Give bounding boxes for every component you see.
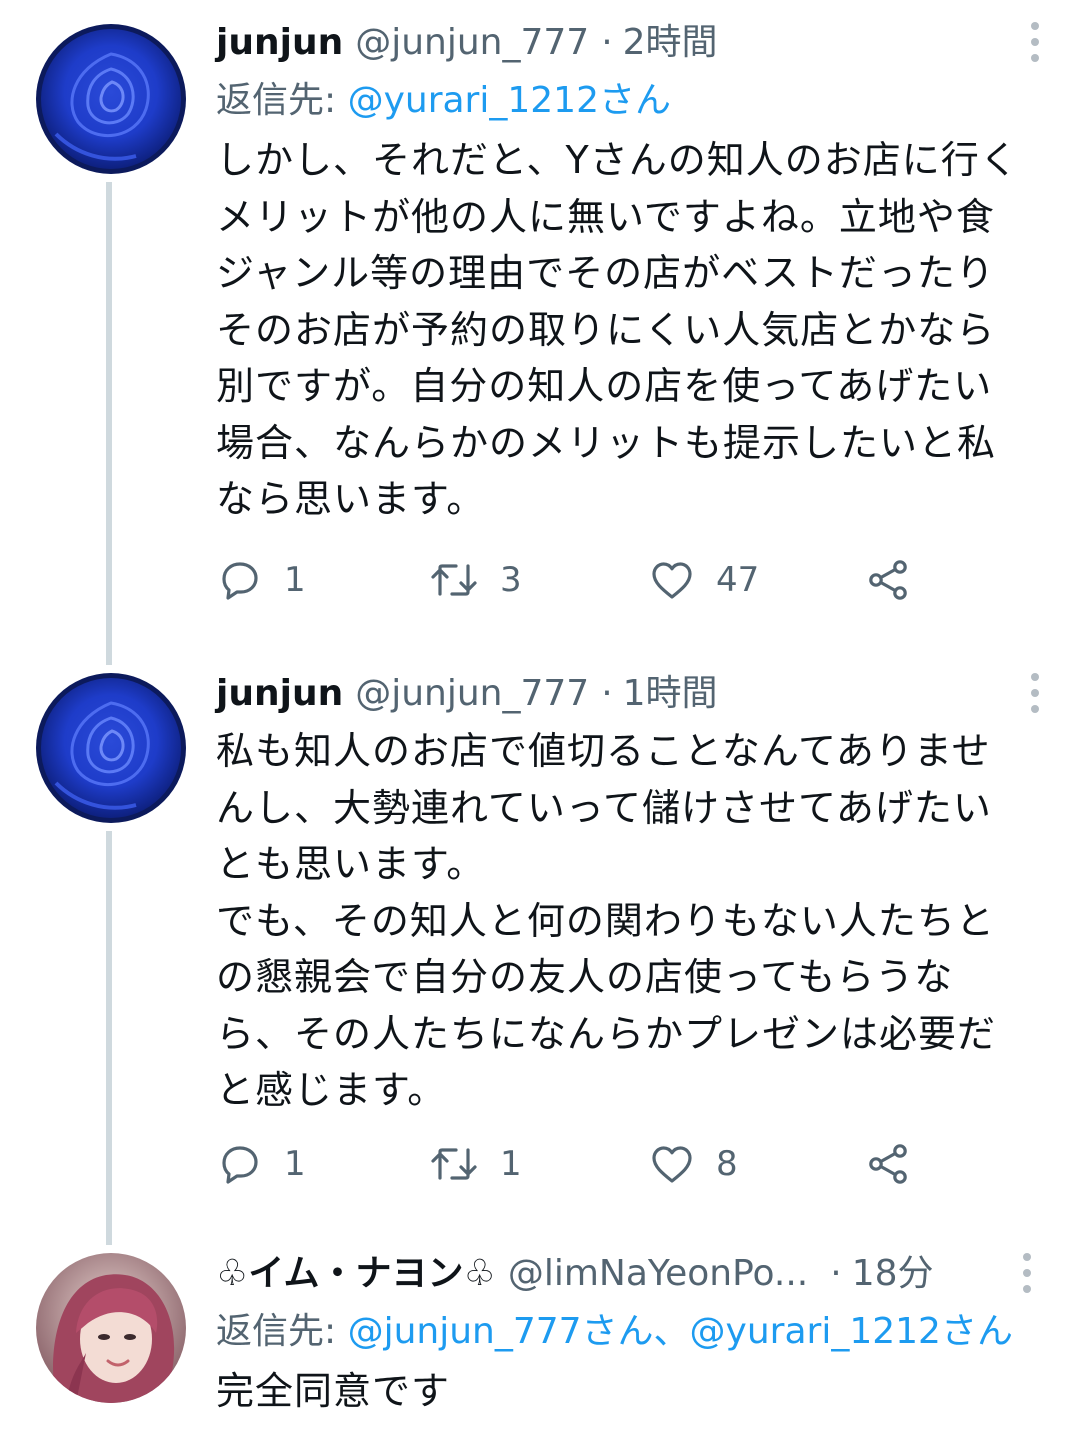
tweet-thread: junjun @junjun_777 · 2時間 返信先: @yurari_12… — [0, 0, 1080, 1435]
share-icon — [869, 560, 907, 600]
reply-button[interactable]: 1 — [216, 550, 306, 610]
like-count: 47 — [716, 560, 760, 600]
blue-rose-avatar-icon — [36, 673, 186, 823]
timestamp[interactable]: 1時間 — [623, 665, 718, 723]
avatar[interactable] — [36, 24, 186, 174]
retweet-count: 1 — [500, 1144, 522, 1184]
reply-count: 1 — [284, 560, 306, 600]
display-name[interactable]: junjun — [216, 665, 343, 723]
like-icon — [652, 562, 692, 599]
avatar[interactable] — [36, 1253, 186, 1403]
tweet-header: junjun @junjun_777 · 2時間 — [216, 14, 1060, 72]
reply-to-prefix: 返信先: — [216, 1311, 348, 1352]
avatar[interactable] — [36, 673, 186, 823]
retweet-button[interactable]: 3 — [428, 550, 522, 610]
reply-button[interactable]: 1 — [216, 1134, 306, 1194]
person-photo-avatar-icon — [36, 1253, 186, 1403]
tweet-header: ♧イム・ナヨン♧ @limNaYeonPo... · 18分 — [216, 1245, 1060, 1303]
share-icon — [869, 1144, 907, 1184]
like-icon — [652, 1146, 692, 1183]
like-button[interactable]: 47 — [648, 550, 759, 610]
tweet-text: 私も知人のお店で値切ることなんてありませ んし、大勢連れていって儲けさせてあげた… — [216, 729, 997, 1112]
reply-to: 返信先: @yurari_1212さん — [216, 72, 1060, 130]
reply-to: 返信先: @junjun_777さん、@yurari_1212さん — [216, 1303, 1060, 1361]
reply-icon — [222, 1146, 258, 1184]
timestamp[interactable]: 18分 — [852, 1245, 934, 1303]
retweet-count: 3 — [500, 560, 522, 600]
retweet-icon — [431, 564, 477, 596]
thread-line — [106, 831, 112, 1245]
tweet-actions: 1 3 47 — [216, 550, 936, 610]
reply-to-mention[interactable]: @junjun_777さん、@yurari_1212さん — [348, 1311, 1013, 1352]
more-icon[interactable] — [1022, 1253, 1032, 1293]
user-handle[interactable]: @junjun_777 — [355, 14, 589, 72]
tweet-text: しかし、それだと、Yさんの知人のお店に行く メリットが他の人に無いですよね。立地… — [216, 138, 1019, 521]
display-name[interactable]: ♧イム・ナヨン♧ — [216, 1245, 496, 1303]
display-name[interactable]: junjun — [216, 14, 343, 72]
reply-to-prefix: 返信先: — [216, 80, 348, 121]
tweet-2[interactable]: junjun @junjun_777 · 1時間 私も知人のお店で値切ることなん… — [0, 665, 1080, 1245]
separator: · — [601, 673, 613, 714]
share-button[interactable] — [864, 550, 912, 610]
user-handle[interactable]: @junjun_777 — [355, 665, 589, 723]
reply-to-mention[interactable]: @yurari_1212さん — [348, 80, 671, 121]
blue-rose-avatar-icon — [36, 24, 186, 174]
tweet-3[interactable]: ♧イム・ナヨン♧ @limNaYeonPo... · 18分 返信先: @jun… — [0, 1245, 1080, 1435]
more-icon[interactable] — [1030, 673, 1040, 713]
reply-icon — [222, 562, 258, 600]
retweet-icon — [431, 1148, 477, 1180]
tweet-actions: 1 1 8 — [216, 1134, 936, 1194]
tweet-text: 完全同意です — [216, 1369, 451, 1413]
like-button[interactable]: 8 — [648, 1134, 738, 1194]
tweet-header: junjun @junjun_777 · 1時間 — [216, 665, 1060, 723]
separator: · — [601, 22, 613, 63]
thread-line — [106, 182, 112, 665]
reply-count: 1 — [284, 1144, 306, 1184]
separator: · — [830, 1253, 842, 1294]
retweet-button[interactable]: 1 — [428, 1134, 522, 1194]
timestamp[interactable]: 2時間 — [623, 14, 718, 72]
user-handle[interactable]: @limNaYeonPo... — [508, 1245, 808, 1303]
more-icon[interactable] — [1030, 22, 1040, 62]
share-button[interactable] — [864, 1134, 912, 1194]
like-count: 8 — [716, 1144, 738, 1184]
tweet-1[interactable]: junjun @junjun_777 · 2時間 返信先: @yurari_12… — [0, 0, 1080, 665]
